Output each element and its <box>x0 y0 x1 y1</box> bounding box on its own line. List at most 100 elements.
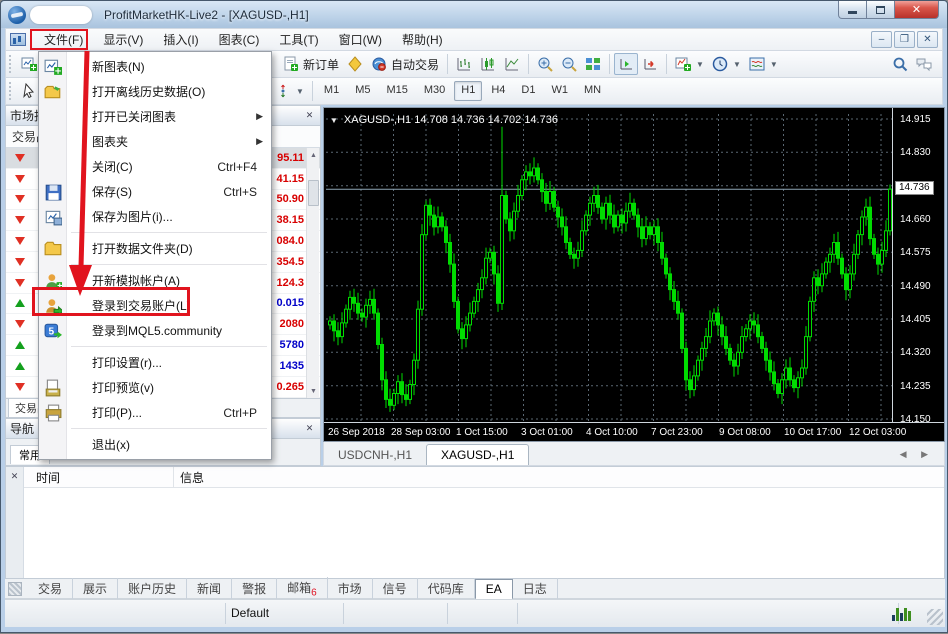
terminal-tab-信号[interactable]: 信号 <box>373 578 418 599</box>
column-message[interactable]: 信息 <box>174 469 204 486</box>
bar-chart-mode-button[interactable] <box>452 53 476 75</box>
chart-tab-scroll-arrows[interactable]: ◀ ▶ <box>900 449 934 460</box>
menu-view[interactable]: 显示(V) <box>93 28 153 51</box>
timeframe-h1[interactable]: H1 <box>454 81 482 101</box>
bid-price: 354.5 <box>276 256 304 268</box>
terminal-tab-账户历史[interactable]: 账户历史 <box>118 578 187 599</box>
file-menu-item[interactable]: 5登录到MQL5.community <box>39 318 271 343</box>
scroll-down-icon[interactable]: ▼ <box>308 385 319 397</box>
terminal-tab-展示[interactable]: 展示 <box>73 578 118 599</box>
terminal-tab-代码库[interactable]: 代码库 <box>418 578 475 599</box>
connection-status-icon <box>892 607 911 621</box>
toolbar-separator <box>666 54 667 74</box>
chart-window-icon[interactable] <box>10 33 26 46</box>
file-menu-item[interactable]: 新图表(N) <box>39 54 271 79</box>
metaeditor-button[interactable] <box>343 53 367 75</box>
timeframe-d1[interactable]: D1 <box>514 81 542 101</box>
timeframe-m30[interactable]: M30 <box>417 81 452 101</box>
chart-tab-usdcnhh1[interactable]: USDCNH-,H1 <box>324 445 426 465</box>
close-icon[interactable]: ✕ <box>8 470 21 483</box>
market-watch-scrollbar[interactable]: ▲▼ <box>306 148 319 398</box>
timeframe-mn[interactable]: MN <box>577 81 608 101</box>
zoom-out-button[interactable] <box>557 53 581 75</box>
periods-button[interactable]: ▼ <box>708 53 745 75</box>
new-order-icon <box>283 56 299 72</box>
terminal-tab-市场[interactable]: 市场 <box>328 578 373 599</box>
close-button[interactable]: ✕ <box>894 1 939 19</box>
file-menu-item[interactable]: 关闭(C)Ctrl+F4 <box>39 154 271 179</box>
auto-scroll-button[interactable] <box>638 53 662 75</box>
menu-insert[interactable]: 插入(I) <box>153 28 208 51</box>
chart-tab-xagusdh1[interactable]: XAGUSD-,H1 <box>426 444 529 465</box>
child-restore-button[interactable]: ❐ <box>894 31 915 48</box>
arrows-tool-button[interactable]: ▼ <box>271 80 308 102</box>
scroll-thumb[interactable] <box>308 180 319 206</box>
toolbar-grip[interactable] <box>9 82 14 100</box>
terminal-tab-新闻[interactable]: 新闻 <box>187 578 232 599</box>
timeframe-h4[interactable]: H4 <box>484 81 512 101</box>
file-menu-item[interactable]: 打印(P)...Ctrl+P <box>39 400 271 425</box>
chat-button[interactable] <box>912 53 936 75</box>
menu-charts[interactable]: 图表(C) <box>209 28 270 51</box>
printer-icon <box>44 404 62 422</box>
terminal-tab-bar: 交易展示账户历史新闻警报邮箱6市场信号代码库EA日志 <box>5 579 945 599</box>
timeframe-m1[interactable]: M1 <box>317 81 346 101</box>
minimize-button[interactable] <box>838 1 867 19</box>
child-minimize-button[interactable]: – <box>871 31 892 48</box>
terminal-tab-EA[interactable]: EA <box>475 579 513 600</box>
file-menu-item[interactable]: 保存为图片(i)... <box>39 204 271 229</box>
down-arrow-icon <box>15 175 25 183</box>
chart-caret-icon[interactable]: ▼ <box>330 116 338 125</box>
close-icon[interactable]: ✕ <box>303 422 316 435</box>
timeframes-toolbar: M1M5M15M30H1H4D1W1MN <box>317 81 608 101</box>
column-time[interactable]: 时间 <box>24 467 174 487</box>
autotrading-button[interactable]: 自动交易 <box>367 53 443 75</box>
file-menu-item[interactable]: 打开数据文件夹(D) <box>39 236 271 261</box>
menu-help[interactable]: 帮助(H) <box>392 28 453 51</box>
menu-window[interactable]: 窗口(W) <box>329 28 392 51</box>
window-title: ProfitMarketHK-Live2 - [XAGUSD-,H1] <box>104 8 309 22</box>
price-axis[interactable]: 14.91514.83014.74514.66014.57514.49014.4… <box>892 108 944 422</box>
timeframe-w1[interactable]: W1 <box>544 81 575 101</box>
child-close-button[interactable]: ✕ <box>917 31 938 48</box>
close-icon[interactable]: ✕ <box>303 109 316 122</box>
indicators-button[interactable]: ▼ <box>671 53 708 75</box>
file-menu-item[interactable]: 打印预览(v) <box>39 375 271 400</box>
file-menu-item[interactable]: 打开已关闭图表▶ <box>39 104 271 129</box>
new-order-button[interactable]: 新订单 <box>279 53 343 75</box>
resize-grip[interactable] <box>927 609 943 625</box>
profile-name[interactable]: Default <box>231 606 269 620</box>
candlestick-mode-button[interactable] <box>476 53 500 75</box>
maximize-button[interactable] <box>867 1 894 19</box>
scroll-up-icon[interactable]: ▲ <box>308 149 319 161</box>
time-axis[interactable]: 26 Sep 201828 Sep 03:001 Oct 15:003 Oct … <box>324 422 944 441</box>
file-menu-item[interactable]: 打印设置(r)... <box>39 350 271 375</box>
templates-button[interactable]: ▼ <box>745 53 782 75</box>
terminal-tab-邮箱[interactable]: 邮箱6 <box>277 577 328 600</box>
dropdown-arrow-icon: ▼ <box>296 87 304 96</box>
file-menu-item[interactable]: 打开离线历史数据(O) <box>39 79 271 104</box>
menu-shortcut: Ctrl+F4 <box>217 160 271 174</box>
terminal-tab-交易[interactable]: 交易 <box>28 578 73 599</box>
zoomout-icon <box>561 56 577 72</box>
line-chart-mode-button[interactable] <box>500 53 524 75</box>
terminal-tab-日志[interactable]: 日志 <box>513 578 558 599</box>
chart-shift-button[interactable] <box>614 53 638 75</box>
zoom-in-button[interactable] <box>533 53 557 75</box>
tab-bar-grip-icon[interactable] <box>8 582 22 596</box>
title-bar[interactable]: ProfitMarketHK-Live2 - [XAGUSD-,H1] ✕ <box>1 1 947 28</box>
tile-windows-button[interactable] <box>581 53 605 75</box>
timeframe-m15[interactable]: M15 <box>379 81 414 101</box>
candlestick-chart[interactable] <box>326 114 892 422</box>
chart-window[interactable]: ▼ XAGUSD-,H1 14.708 14.736 14.702 14.736… <box>323 107 945 442</box>
file-menu-item[interactable]: 图表夹▶ <box>39 129 271 154</box>
file-menu-item[interactable]: 保存(S)Ctrl+S <box>39 179 271 204</box>
autoscroll-icon <box>642 56 658 72</box>
terminal-tab-警报[interactable]: 警报 <box>232 578 277 599</box>
file-menu-item[interactable]: 退出(x) <box>39 432 271 457</box>
menu-tools[interactable]: 工具(T) <box>269 28 328 51</box>
menu-item-label: 保存(S) <box>92 183 132 200</box>
timeframe-m5[interactable]: M5 <box>348 81 377 101</box>
toolbar-grip[interactable] <box>9 55 14 73</box>
search-button[interactable] <box>888 53 912 75</box>
